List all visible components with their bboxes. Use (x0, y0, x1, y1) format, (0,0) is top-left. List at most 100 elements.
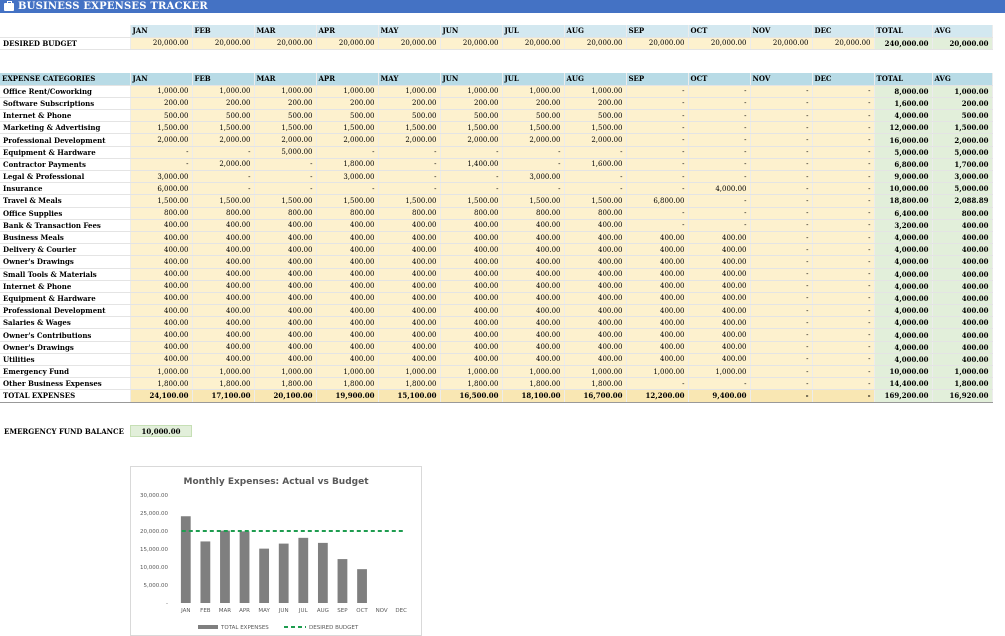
expense-cell[interactable]: 5,000.00 (254, 146, 317, 159)
expense-cell[interactable]: 400.00 (564, 316, 627, 330)
expense-cell[interactable]: 1,500.00 (316, 121, 379, 135)
expense-cell[interactable]: 400.00 (502, 219, 565, 232)
expense-cell[interactable]: 500.00 (564, 109, 627, 123)
expenses-chart[interactable]: Monthly Expenses: Actual vs Budget 30,000… (130, 466, 422, 636)
expense-cell[interactable]: 400.00 (626, 316, 689, 330)
expense-cell[interactable]: - (626, 121, 689, 135)
expense-cell[interactable]: 400.00 (564, 341, 627, 354)
expense-cell[interactable]: 400.00 (688, 280, 751, 293)
expense-cell[interactable]: - (750, 377, 813, 391)
expense-cell[interactable]: 400.00 (130, 219, 193, 232)
expense-cell[interactable]: 400.00 (440, 280, 503, 293)
expense-cell[interactable]: 1,800.00 (316, 377, 379, 391)
expense-cell[interactable]: - (812, 280, 875, 293)
expense-cell[interactable]: 400.00 (378, 243, 441, 257)
expense-cell[interactable]: 400.00 (130, 353, 193, 367)
expense-cell[interactable]: 400.00 (254, 292, 317, 306)
expense-cell[interactable]: 1,000.00 (254, 365, 317, 379)
expense-cell[interactable]: - (502, 146, 565, 159)
expense-cell[interactable]: 400.00 (626, 280, 689, 293)
expense-cell[interactable]: - (750, 280, 813, 293)
expense-cell[interactable]: 1,800.00 (130, 377, 193, 391)
expense-cell[interactable]: - (626, 377, 689, 391)
expense-cell[interactable]: 1,000.00 (378, 365, 441, 379)
budget-cell[interactable]: 20,000.00 (564, 37, 627, 50)
expense-cell[interactable]: 500.00 (378, 109, 441, 123)
expense-cell[interactable]: 2,000.00 (192, 158, 255, 172)
expense-cell[interactable]: 2,000.00 (130, 133, 193, 147)
expense-cell[interactable]: - (812, 231, 875, 245)
expense-cell[interactable]: - (688, 158, 751, 172)
expense-cell[interactable]: 400.00 (502, 255, 565, 269)
expense-cell[interactable]: 6,000.00 (130, 182, 193, 196)
expense-cell[interactable]: - (130, 158, 193, 172)
expense-cell[interactable]: 400.00 (130, 231, 193, 245)
expense-cell[interactable]: 400.00 (564, 268, 627, 281)
expense-cell[interactable]: - (812, 316, 875, 330)
expense-cell[interactable]: 3,000.00 (502, 170, 565, 184)
expense-cell[interactable]: 400.00 (440, 316, 503, 330)
expense-cell[interactable]: 400.00 (254, 280, 317, 293)
expense-cell[interactable]: 800.00 (254, 207, 317, 220)
expense-cell[interactable]: - (688, 146, 751, 159)
expense-cell[interactable]: - (316, 182, 379, 196)
expense-cell[interactable]: 400.00 (502, 304, 565, 318)
expense-cell[interactable]: 1,800.00 (502, 377, 565, 391)
expense-cell[interactable]: - (812, 353, 875, 367)
expense-cell[interactable]: - (750, 170, 813, 184)
expense-cell[interactable]: 1,800.00 (316, 158, 379, 172)
budget-cell[interactable]: 20,000.00 (750, 37, 813, 50)
expense-cell[interactable]: 2,000.00 (254, 133, 317, 147)
expense-cell[interactable]: 400.00 (192, 243, 255, 257)
expense-cell[interactable]: 400.00 (192, 231, 255, 245)
expense-cell[interactable]: - (812, 292, 875, 306)
expense-cell[interactable]: 400.00 (502, 231, 565, 245)
expense-cell[interactable]: - (192, 182, 255, 196)
expense-cell[interactable]: - (750, 207, 813, 220)
expense-cell[interactable]: 400.00 (254, 231, 317, 245)
expense-cell[interactable]: 400.00 (626, 255, 689, 269)
expense-cell[interactable]: - (254, 170, 317, 184)
expense-cell[interactable]: 400.00 (254, 243, 317, 257)
expense-cell[interactable]: - (812, 182, 875, 196)
expense-cell[interactable]: 400.00 (378, 280, 441, 293)
expense-cell[interactable]: 400.00 (564, 280, 627, 293)
expense-cell[interactable]: 400.00 (316, 219, 379, 232)
expense-cell[interactable]: 400.00 (502, 341, 565, 354)
expense-cell[interactable]: 1,000.00 (564, 365, 627, 379)
expense-cell[interactable]: 400.00 (316, 268, 379, 281)
expense-cell[interactable]: 1,500.00 (564, 194, 627, 208)
expense-cell[interactable]: - (626, 85, 689, 98)
expense-cell[interactable]: - (750, 231, 813, 245)
expense-cell[interactable]: 1,000.00 (440, 85, 503, 98)
expense-cell[interactable]: - (502, 158, 565, 172)
expense-cell[interactable]: 400.00 (378, 353, 441, 367)
budget-cell[interactable]: 20,000.00 (192, 37, 255, 50)
expense-cell[interactable]: - (626, 97, 689, 111)
expense-cell[interactable]: 400.00 (688, 328, 751, 342)
expense-cell[interactable]: 400.00 (192, 341, 255, 354)
expense-cell[interactable]: 400.00 (130, 292, 193, 306)
expense-cell[interactable]: 2,000.00 (378, 133, 441, 147)
expense-cell[interactable]: 400.00 (378, 219, 441, 232)
expense-cell[interactable]: - (378, 146, 441, 159)
expense-cell[interactable]: 400.00 (440, 268, 503, 281)
expense-cell[interactable]: - (750, 341, 813, 354)
expense-cell[interactable]: - (688, 219, 751, 232)
expense-cell[interactable]: 400.00 (626, 292, 689, 306)
expense-cell[interactable]: 1,500.00 (440, 121, 503, 135)
budget-cell[interactable]: 20,000.00 (254, 37, 317, 50)
expense-cell[interactable]: 400.00 (254, 341, 317, 354)
expense-cell[interactable]: - (750, 109, 813, 123)
expense-cell[interactable]: 400.00 (502, 292, 565, 306)
expense-cell[interactable]: 400.00 (440, 292, 503, 306)
expense-cell[interactable]: - (812, 377, 875, 391)
expense-cell[interactable]: 1,500.00 (254, 121, 317, 135)
expense-cell[interactable]: - (812, 97, 875, 111)
expense-cell[interactable]: - (626, 170, 689, 184)
expense-cell[interactable]: 400.00 (378, 304, 441, 318)
expense-cell[interactable]: - (564, 146, 627, 159)
expense-cell[interactable]: 400.00 (378, 328, 441, 342)
expense-cell[interactable]: - (564, 182, 627, 196)
expense-cell[interactable]: 400.00 (254, 353, 317, 367)
